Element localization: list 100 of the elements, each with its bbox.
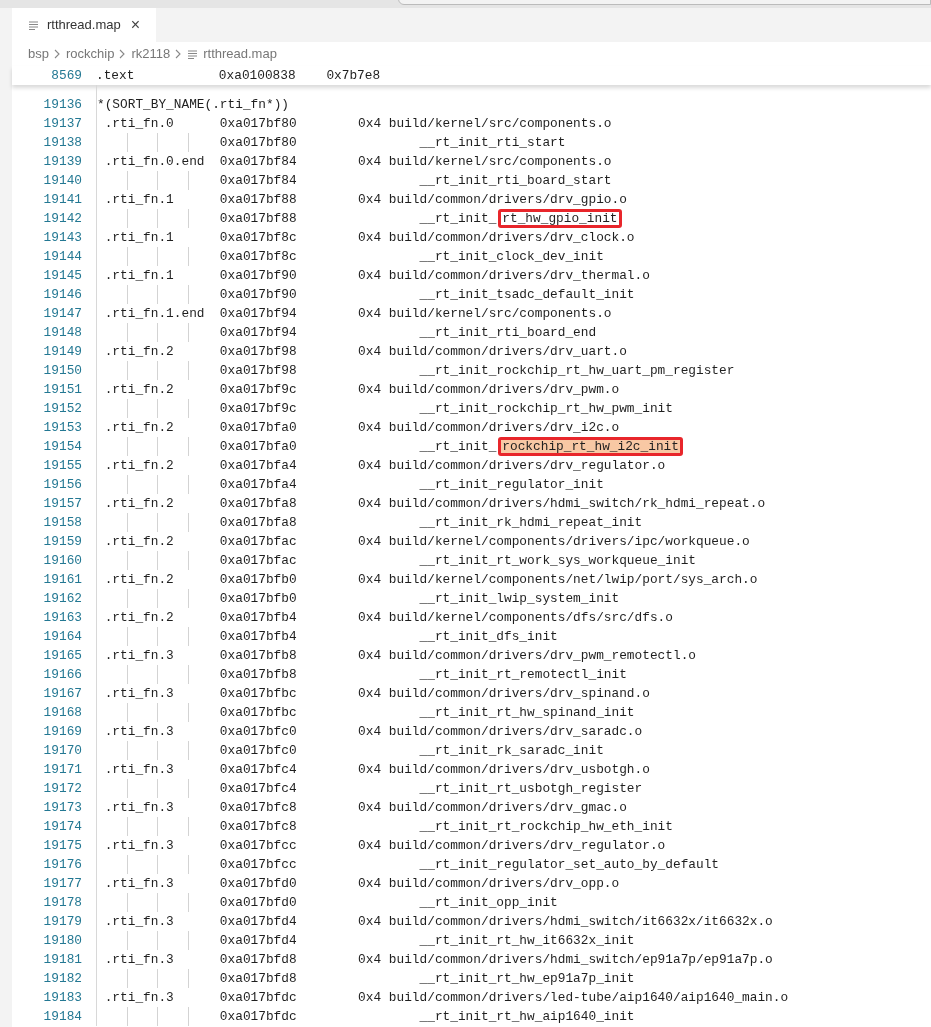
address: 0xa017bf94: [219, 324, 297, 342]
chevron-icon: [53, 49, 61, 59]
section-name: .rti_fn.3: [104, 761, 174, 779]
line-number: 19165: [42, 647, 83, 665]
line-number: 19136: [42, 96, 83, 114]
address: 0xa017bf90: [219, 286, 297, 304]
symbol-name: __rt_init_lwip_system_init: [419, 590, 620, 608]
address: 0xa017bfdc: [219, 989, 297, 1007]
size: 0x4: [358, 457, 382, 475]
address: 0xa017bf8c: [219, 248, 297, 266]
line-number: 19184: [42, 1008, 83, 1026]
object-path: build/common/drivers/drv_usbotgh.o: [388, 761, 650, 779]
line-number: 19164: [42, 628, 83, 646]
line-number: 8569: [50, 67, 83, 85]
tab-label: rtthread.map: [47, 16, 121, 35]
size: 0x4: [358, 267, 382, 285]
size: 0x4: [358, 343, 382, 361]
chevron-icon: [175, 49, 183, 59]
address: 0xa017bfd8: [219, 970, 297, 988]
address: 0xa017bfb4: [219, 628, 297, 646]
address: 0xa017bfc0: [219, 723, 297, 741]
size: 0x4: [358, 609, 382, 627]
line-number: 19139: [42, 153, 83, 171]
line-number: 19161: [42, 571, 83, 589]
size: 0x4: [358, 115, 382, 133]
highlight-box: rt_hw_gpio_init: [498, 209, 622, 228]
breadcrumb-item[interactable]: rk2118: [131, 44, 171, 64]
section-name: .rti_fn.1.end: [104, 305, 205, 323]
size: 0x4: [358, 571, 382, 589]
address: 0xa017bfa4: [219, 476, 297, 494]
object-path: build/common/drivers/drv_regulator.o: [388, 457, 666, 475]
size: 0x4: [358, 419, 382, 437]
symbol-name: __rt_init_rt_hw_aip1640_init: [419, 1008, 635, 1026]
symbol-name: __rt_init_rt_hw_spinand_init: [419, 704, 635, 722]
close-button[interactable]: ×: [128, 17, 143, 33]
line-number: 19181: [42, 951, 83, 969]
address: 0xa017bfbc: [219, 685, 297, 703]
symbol-name: __rt_init_rti_start: [419, 134, 566, 152]
address: 0xa017bf98: [219, 362, 297, 380]
breadcrumb-item[interactable]: bsp: [28, 44, 49, 64]
line-number: 19160: [42, 552, 83, 570]
address: 0xa017bfa8: [219, 495, 297, 513]
line-number: 19180: [42, 932, 83, 950]
section-name: .rti_fn.2: [104, 343, 174, 361]
address: 0xa017bfb0: [219, 571, 297, 589]
line-number: 19175: [42, 837, 83, 855]
address: 0xa017bfd4: [219, 913, 297, 931]
line-number: 19154: [42, 438, 83, 456]
line-number: 19157: [42, 495, 83, 513]
object-path: build/common/drivers/drv_opp.o: [388, 875, 620, 893]
code-text: *(SORT_BY_NAME(.rti_fn*)): [97, 96, 289, 114]
address: 0xa017bfa8: [219, 514, 297, 532]
object-path: build/common/drivers/drv_pwm.o: [388, 381, 620, 399]
line-number: 19149: [42, 343, 83, 361]
line-number: 19158: [42, 514, 83, 532]
section-name: .text: [96, 67, 135, 85]
address: 0xa017bfac: [219, 533, 297, 551]
line-number: 19162: [42, 590, 83, 608]
section-name: .rti_fn.3: [104, 799, 174, 817]
editor-tab[interactable]: rtthread.map ×: [12, 8, 157, 42]
size: 0x4: [358, 799, 382, 817]
address: 0xa017bfc8: [219, 799, 297, 817]
line-number: 19156: [42, 476, 83, 494]
size: 0x4: [358, 495, 382, 513]
line-number: 19152: [42, 400, 83, 418]
file-lines-icon: [28, 19, 39, 31]
address: 0xa017bfd0: [219, 894, 297, 912]
address: 0xa017bfbc: [219, 704, 297, 722]
section-name: .rti_fn.2: [104, 381, 174, 399]
breadcrumb-item[interactable]: rockchip: [65, 44, 115, 64]
symbol-name: __rt_init_rockchip_rt_hw_pwm_init: [419, 400, 673, 418]
breadcrumb-item[interactable]: rtthread.map: [203, 44, 277, 64]
line-number: 19144: [42, 248, 83, 266]
size: 0x4: [358, 913, 382, 931]
size: 0x4: [358, 685, 382, 703]
line-number: 19171: [42, 761, 83, 779]
address: 0xa017bf88: [219, 191, 297, 209]
object-path: build/common/drivers/drv_clock.o: [388, 229, 635, 247]
size: 0x4: [358, 723, 382, 741]
line-number: 19169: [42, 723, 83, 741]
section-name: .rti_fn.2: [104, 609, 174, 627]
line-number: 19146: [42, 286, 83, 304]
symbol-name: __rt_init_rt_usbotgh_register: [419, 780, 643, 798]
line-number: 19167: [42, 685, 83, 703]
size: 0x4: [358, 153, 382, 171]
symbol-name: __rt_init_rt_remotectl_init: [419, 666, 627, 684]
object-path: build/common/drivers/drv_gpio.o: [388, 191, 627, 209]
section-name: .rti_fn.2: [104, 533, 174, 551]
object-path: build/kernel/components/drivers/ipc/workqueue.o: [388, 533, 750, 551]
line-number: 19177: [42, 875, 83, 893]
size: 0x4: [358, 533, 382, 551]
size: 0x4: [358, 761, 382, 779]
symbol-name: __rt_init_rti_board_end: [419, 324, 597, 342]
address: 0xa017bf88: [219, 210, 297, 228]
section-name: .rti_fn.0.end: [104, 153, 205, 171]
symbol-name: __rt_init_tsadc_default_init: [419, 286, 635, 304]
address: 0xa017bfc4: [219, 780, 297, 798]
address: 0xa017bfd8: [219, 951, 297, 969]
section-name: .rti_fn.3: [104, 647, 174, 665]
line-number: 19172: [42, 780, 83, 798]
